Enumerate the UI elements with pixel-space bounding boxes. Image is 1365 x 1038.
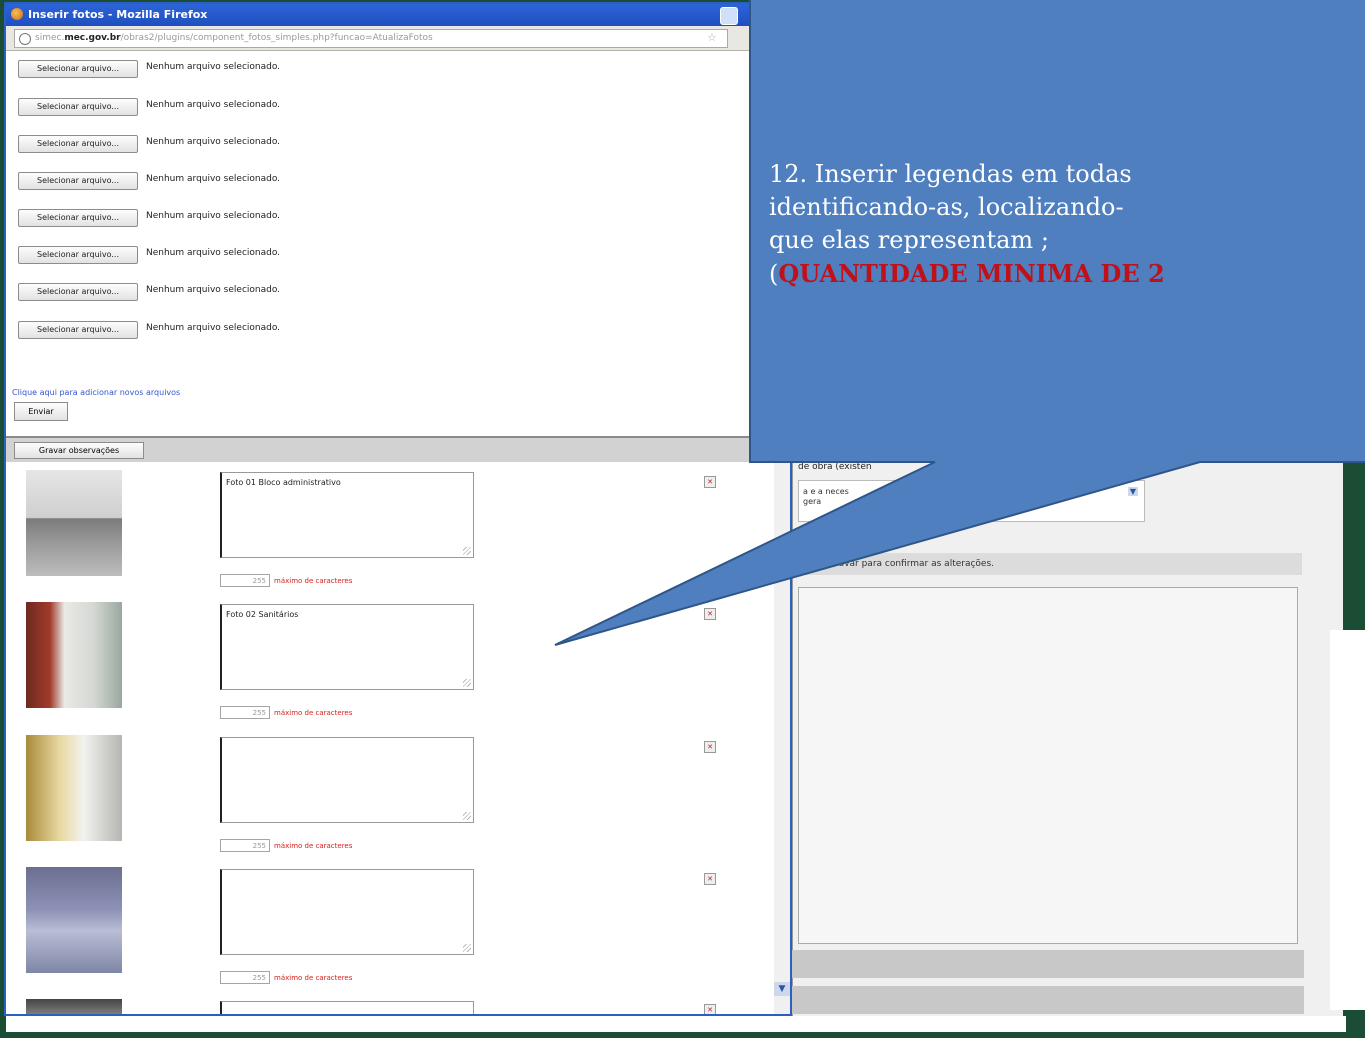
- photo-thumbnail: [26, 602, 122, 708]
- vertical-scrollbar[interactable]: ▼: [774, 460, 790, 1014]
- caption-text: Foto 01 Bloco administrativo: [226, 478, 341, 487]
- file-status: Nenhum arquivo selecionado.: [146, 62, 281, 72]
- background-hint: Gravar para confirmar as alterações.: [828, 559, 995, 569]
- char-counter: 255: [220, 706, 270, 719]
- delete-icon[interactable]: ✕: [704, 608, 716, 620]
- select-file-button[interactable]: Selecionar arquivo...: [18, 60, 138, 78]
- save-notes-bar: Gravar observações: [6, 436, 790, 462]
- background-row-text: de obra (existên: [798, 462, 872, 472]
- file-status: Nenhum arquivo selecionado.: [146, 211, 281, 221]
- delete-icon[interactable]: ✕: [704, 1004, 716, 1014]
- caption-textarea[interactable]: Foto 01 Bloco administrativo: [220, 472, 474, 558]
- callout-emphasis: QUANTIDADE MINIMA DE 2: [778, 259, 1165, 288]
- file-input-row: Selecionar arquivo... Nenhum arquivo sel…: [12, 321, 432, 339]
- send-button[interactable]: Enviar: [14, 402, 68, 421]
- select-file-button[interactable]: Selecionar arquivo...: [18, 135, 138, 153]
- file-status: Nenhum arquivo selecionado.: [146, 323, 281, 333]
- select-file-button[interactable]: Selecionar arquivo...: [18, 98, 138, 116]
- delete-icon[interactable]: ✕: [704, 741, 716, 753]
- max-chars-label: máximo de caracteres: [274, 577, 353, 585]
- photo-thumbnail: [26, 470, 122, 576]
- caption-textarea[interactable]: Foto 02 Sanitários: [220, 604, 474, 690]
- callout-text: 12. Inserir legendas em todas identifica…: [769, 158, 1365, 291]
- star-icon[interactable]: ☆: [707, 31, 717, 44]
- file-input-row: Selecionar arquivo... Nenhum arquivo sel…: [12, 60, 432, 78]
- background-edge: [1330, 630, 1365, 1010]
- bottom-white: [6, 1016, 1346, 1032]
- resize-handle-icon[interactable]: [463, 679, 471, 687]
- background-bar: [792, 950, 1304, 978]
- callout-line: que elas representam ;: [769, 226, 1049, 254]
- select-file-button[interactable]: Selecionar arquivo...: [18, 321, 138, 339]
- max-chars-label: máximo de caracteres: [274, 842, 353, 850]
- delete-icon[interactable]: ✕: [704, 476, 716, 488]
- char-counter: 255: [220, 839, 270, 852]
- resize-handle-icon[interactable]: [463, 812, 471, 820]
- save-notes-button[interactable]: Gravar observações: [14, 442, 144, 459]
- file-input-row: Selecionar arquivo... Nenhum arquivo sel…: [12, 246, 432, 264]
- chevron-down-icon[interactable]: ▼: [774, 982, 790, 996]
- char-counter: 255: [220, 971, 270, 984]
- chevron-down-icon[interactable]: ▼: [1128, 487, 1138, 496]
- resize-handle-icon[interactable]: [463, 547, 471, 555]
- file-status: Nenhum arquivo selecionado.: [146, 248, 281, 258]
- minimize-button[interactable]: [720, 7, 738, 25]
- file-status: Nenhum arquivo selecionado.: [146, 137, 281, 147]
- caption-textarea[interactable]: [220, 869, 474, 955]
- add-files-link[interactable]: Clique aqui para adicionar novos arquivo…: [12, 388, 180, 397]
- callout-line: (QUANTIDADE MINIMA DE 2: [769, 259, 1165, 288]
- background-bar: [792, 986, 1304, 1014]
- file-status: Nenhum arquivo selecionado.: [146, 100, 281, 110]
- char-counter: 255: [220, 574, 270, 587]
- caption-text: Foto 02 Sanitários: [226, 610, 299, 619]
- select-file-button[interactable]: Selecionar arquivo...: [18, 172, 138, 190]
- background-select[interactable]: a e a neces gera obra; ▼: [798, 480, 1145, 522]
- photo-thumbnail: [26, 735, 122, 841]
- photo-thumbnail: [26, 999, 122, 1014]
- select-file-button[interactable]: Selecionar arquivo...: [18, 246, 138, 264]
- caption-textarea[interactable]: [220, 1001, 474, 1014]
- delete-icon[interactable]: ✕: [704, 873, 716, 885]
- max-chars-label: máximo de caracteres: [274, 974, 353, 982]
- file-input-row: Selecionar arquivo... Nenhum arquivo sel…: [12, 98, 432, 116]
- resize-handle-icon[interactable]: [463, 944, 471, 952]
- file-input-row: Selecionar arquivo... Nenhum arquivo sel…: [12, 172, 432, 190]
- firefox-icon: [11, 8, 23, 20]
- file-input-row: Selecionar arquivo... Nenhum arquivo sel…: [12, 135, 432, 153]
- url-field[interactable]: simec.mec.gov.br/obras2/plugins/componen…: [14, 29, 728, 48]
- callout-line: 12. Inserir legendas em todas: [769, 160, 1132, 188]
- file-input-row: Selecionar arquivo... Nenhum arquivo sel…: [12, 209, 432, 227]
- title-bar: Inserir fotos - Mozilla Firefox: [6, 4, 790, 26]
- address-bar: simec.mec.gov.br/obras2/plugins/componen…: [6, 26, 790, 51]
- photo-thumbnail: [26, 867, 122, 973]
- background-textarea[interactable]: [798, 587, 1298, 944]
- site-icon: [19, 33, 31, 45]
- url-text: simec.mec.gov.br/obras2/plugins/componen…: [35, 33, 433, 43]
- window-title: Inserir fotos - Mozilla Firefox: [28, 8, 208, 21]
- file-status: Nenhum arquivo selecionado.: [146, 285, 281, 295]
- select-file-button[interactable]: Selecionar arquivo...: [18, 283, 138, 301]
- background-select-text: a e a neces gera obra;: [803, 487, 904, 506]
- select-file-button[interactable]: Selecionar arquivo...: [18, 209, 138, 227]
- file-input-row: Selecionar arquivo... Nenhum arquivo sel…: [12, 283, 432, 301]
- max-chars-label: máximo de caracteres: [274, 709, 353, 717]
- file-status: Nenhum arquivo selecionado.: [146, 174, 281, 184]
- caption-textarea[interactable]: [220, 737, 474, 823]
- popup-window: Inserir fotos - Mozilla Firefox simec.me…: [4, 2, 792, 1016]
- callout-line: identificando-as, localizando-: [769, 193, 1124, 221]
